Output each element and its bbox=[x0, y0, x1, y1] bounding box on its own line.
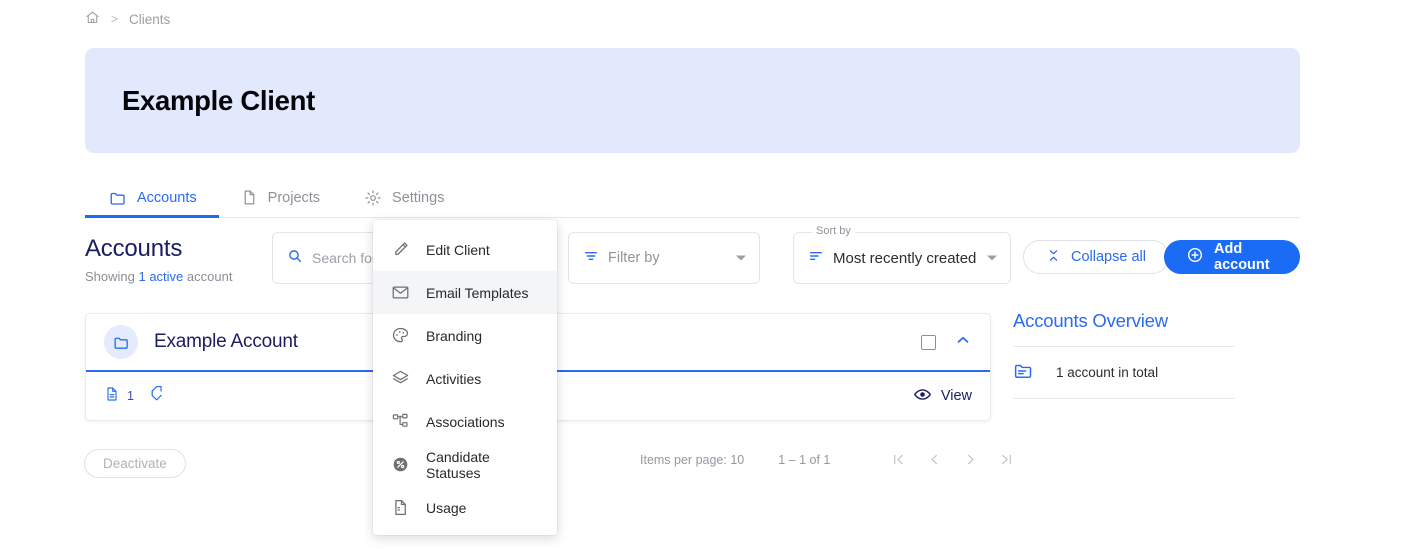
folder-icon bbox=[109, 189, 127, 207]
filter-by-select[interactable]: Filter by bbox=[568, 232, 760, 284]
chevron-up-icon[interactable] bbox=[954, 331, 972, 354]
project-count: 1 bbox=[127, 389, 134, 403]
document-icon bbox=[241, 189, 258, 206]
tab-accounts-label: Accounts bbox=[137, 189, 197, 206]
first-page-button[interactable] bbox=[880, 452, 916, 467]
menu-item-candidate-statuses[interactable]: Candidate Statuses bbox=[373, 443, 557, 486]
sort-by-float-label: Sort by bbox=[812, 225, 855, 237]
add-account-button[interactable]: Add account bbox=[1164, 240, 1300, 274]
breadcrumb-current[interactable]: Clients bbox=[129, 12, 170, 27]
tab-projects[interactable]: Projects bbox=[219, 178, 342, 217]
project-count-meta: 1 bbox=[104, 385, 166, 407]
plus-circle-icon bbox=[1186, 246, 1204, 268]
account-select-checkbox[interactable] bbox=[921, 334, 936, 350]
view-account-link[interactable]: View bbox=[913, 385, 972, 408]
menu-item-activities[interactable]: Activities bbox=[373, 357, 557, 400]
overview-title: Accounts Overview bbox=[1013, 310, 1168, 331]
sort-by-value: Most recently created bbox=[833, 249, 977, 267]
view-label: View bbox=[940, 388, 972, 404]
client-context-menu: Edit Client Email Templates Branding Act… bbox=[373, 220, 557, 535]
collapse-all-label: Collapse all bbox=[1071, 249, 1146, 265]
menu-item-label: Usage bbox=[426, 499, 467, 516]
menu-item-branding[interactable]: Branding bbox=[373, 314, 557, 357]
menu-item-label: Candidate Statuses bbox=[426, 448, 490, 481]
menu-item-label: Edit Client bbox=[426, 241, 490, 258]
home-icon[interactable] bbox=[85, 10, 100, 28]
page-title: Example Client bbox=[122, 84, 315, 116]
document-icon bbox=[104, 386, 120, 407]
chevron-down-icon bbox=[736, 255, 746, 261]
menu-item-label: Email Templates bbox=[426, 284, 529, 301]
file-lines-icon bbox=[391, 498, 410, 517]
account-count-status: Showing 1 active account bbox=[85, 269, 232, 284]
search-icon bbox=[287, 248, 303, 269]
prev-page-button[interactable] bbox=[916, 452, 952, 467]
tab-accounts[interactable]: Accounts bbox=[85, 178, 219, 218]
eye-icon bbox=[913, 385, 932, 408]
pencil-icon bbox=[391, 240, 410, 259]
add-account-label: Add account bbox=[1214, 241, 1270, 273]
status-circle-icon bbox=[391, 455, 410, 474]
tag-off-icon bbox=[149, 385, 166, 407]
status-suffix: account bbox=[183, 269, 233, 284]
tab-settings[interactable]: Settings bbox=[342, 178, 466, 217]
menu-item-edit-client[interactable]: Edit Client bbox=[373, 228, 557, 271]
gear-icon bbox=[364, 189, 382, 207]
client-banner: Example Client bbox=[85, 48, 1300, 153]
page-range-label: 1 – 1 of 1 bbox=[778, 452, 831, 467]
menu-item-usage[interactable]: Usage bbox=[373, 486, 557, 529]
paginator: Items per page: 10 1 – 1 of 1 bbox=[640, 452, 1024, 467]
menu-item-label: Branding bbox=[426, 327, 483, 344]
filter-icon bbox=[583, 248, 599, 269]
menu-item-associations[interactable]: Associations bbox=[373, 400, 557, 443]
next-page-button[interactable] bbox=[952, 452, 988, 467]
sort-icon bbox=[808, 248, 824, 269]
last-page-button[interactable] bbox=[988, 452, 1024, 467]
status-prefix: Showing bbox=[85, 269, 139, 284]
overview-row-text: 1 account in total bbox=[1056, 365, 1159, 380]
breadcrumb-separator: > bbox=[111, 12, 119, 26]
folder-open-icon bbox=[1013, 360, 1034, 386]
clients-account-page: > Clients Example Client Accounts Projec… bbox=[0, 0, 1418, 549]
items-per-page-label: Items per page: 10 bbox=[640, 452, 745, 467]
collapse-icon bbox=[1046, 248, 1061, 267]
menu-item-label: Activities bbox=[426, 370, 482, 387]
collapse-all-button[interactable]: Collapse all bbox=[1023, 240, 1169, 274]
sort-by-select[interactable]: Sort by Most recently created bbox=[793, 225, 1011, 284]
palette-icon bbox=[391, 326, 410, 345]
tab-settings-label: Settings bbox=[392, 189, 445, 206]
account-card-actions bbox=[921, 331, 972, 354]
menu-item-email-templates[interactable]: Email Templates bbox=[373, 271, 557, 314]
tab-bar: Accounts Projects Settings bbox=[85, 178, 1300, 218]
menu-item-label: Associations bbox=[426, 413, 505, 430]
status-highlight: 1 active bbox=[138, 269, 184, 284]
breadcrumb: > Clients bbox=[85, 10, 170, 28]
deactivate-button[interactable]: Deactivate bbox=[84, 449, 186, 478]
layers-icon bbox=[391, 369, 410, 388]
section-title: Accounts bbox=[85, 235, 183, 262]
chevron-down-icon bbox=[987, 255, 997, 261]
folder-icon bbox=[104, 325, 138, 359]
account-name: Example Account bbox=[154, 331, 298, 352]
sitemap-icon bbox=[391, 412, 410, 431]
accounts-overview-panel: Accounts Overview 1 account in total bbox=[1013, 310, 1235, 399]
envelope-icon bbox=[391, 283, 410, 302]
accounts-toolbar: Accounts Showing 1 active account Search… bbox=[85, 225, 1300, 288]
tab-projects-label: Projects bbox=[267, 189, 321, 206]
filter-by-label: Filter by bbox=[608, 250, 660, 266]
overview-row-total: 1 account in total bbox=[1013, 347, 1235, 399]
deactivate-label: Deactivate bbox=[103, 456, 167, 471]
